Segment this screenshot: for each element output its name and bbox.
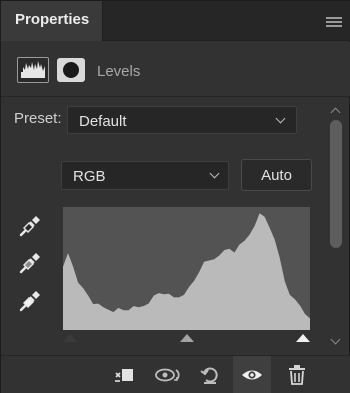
levels-adjustment-icon[interactable] xyxy=(17,57,49,83)
tab-properties[interactable]: Properties xyxy=(1,1,103,41)
white-point-eyedropper-icon[interactable] xyxy=(17,288,43,314)
layer-mask-icon[interactable] xyxy=(57,58,85,82)
histogram xyxy=(63,207,310,330)
input-levels-slider[interactable] xyxy=(63,330,310,348)
auto-button[interactable]: Auto xyxy=(241,159,312,191)
channel-dropdown[interactable]: RGB xyxy=(61,161,229,190)
panel-menu-icon[interactable] xyxy=(326,17,342,28)
white-point-slider-handle[interactable] xyxy=(296,334,310,342)
midtone-slider-handle[interactable] xyxy=(179,334,194,342)
black-point-eyedropper-icon[interactable] xyxy=(17,213,43,239)
scroll-up-icon[interactable] xyxy=(330,107,341,118)
preset-label: Preset: xyxy=(14,110,62,127)
auto-button-label: Auto xyxy=(261,167,292,184)
preset-dropdown[interactable]: Default xyxy=(67,106,297,134)
adjustment-type-row: Levels xyxy=(1,42,350,97)
chevron-down-icon xyxy=(209,168,220,179)
adjustment-name: Levels xyxy=(97,63,141,80)
reset-button[interactable] xyxy=(191,356,229,393)
properties-panel: Properties Levels Preset: Default RGB Au… xyxy=(0,0,350,393)
reset-icon xyxy=(200,367,218,384)
view-previous-icon xyxy=(155,368,180,382)
chevron-down-icon xyxy=(275,113,286,124)
black-point-slider-handle[interactable] xyxy=(63,334,77,342)
histogram-shape xyxy=(63,213,310,330)
eye-icon xyxy=(242,370,262,380)
delete-button[interactable] xyxy=(278,356,316,393)
preset-value: Default xyxy=(79,113,127,130)
toggle-visibility-button[interactable] xyxy=(233,356,271,393)
gray-point-eyedropper-icon[interactable] xyxy=(17,250,43,276)
clip-to-layer-icon xyxy=(115,369,133,382)
tab-properties-label: Properties xyxy=(15,11,90,28)
scrollbar[interactable] xyxy=(326,98,346,353)
clip-to-layer-button[interactable] xyxy=(105,356,143,393)
scroll-thumb[interactable] xyxy=(330,120,342,248)
channel-value: RGB xyxy=(73,168,106,185)
panel-header: Properties xyxy=(1,1,350,41)
levels-content: Preset: Default RGB Auto xyxy=(1,98,350,353)
panel-footer xyxy=(1,355,350,393)
view-previous-state-button[interactable] xyxy=(149,356,187,393)
scroll-down-icon[interactable] xyxy=(330,334,341,345)
trash-icon xyxy=(289,365,305,385)
